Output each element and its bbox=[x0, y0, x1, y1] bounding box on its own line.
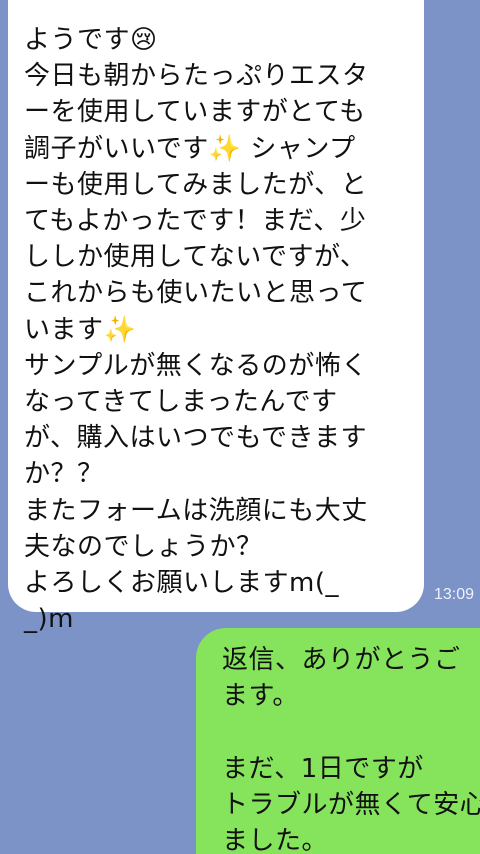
incoming-message-text: ようです😢 今日も朝からたっぷりエスタ ーを使用していますがとても 調子がいいで… bbox=[24, 25, 369, 635]
message-timestamp: 13:09 bbox=[434, 586, 475, 603]
outgoing-message-text: 返信、ありがとうご ます。 まだ、1日ですが トラブルが無くて安心 ました。 bbox=[222, 645, 480, 854]
chat-area[interactable]: ようです😢 今日も朝からたっぷりエスタ ーを使用していますがとても 調子がいいで… bbox=[0, 0, 480, 854]
